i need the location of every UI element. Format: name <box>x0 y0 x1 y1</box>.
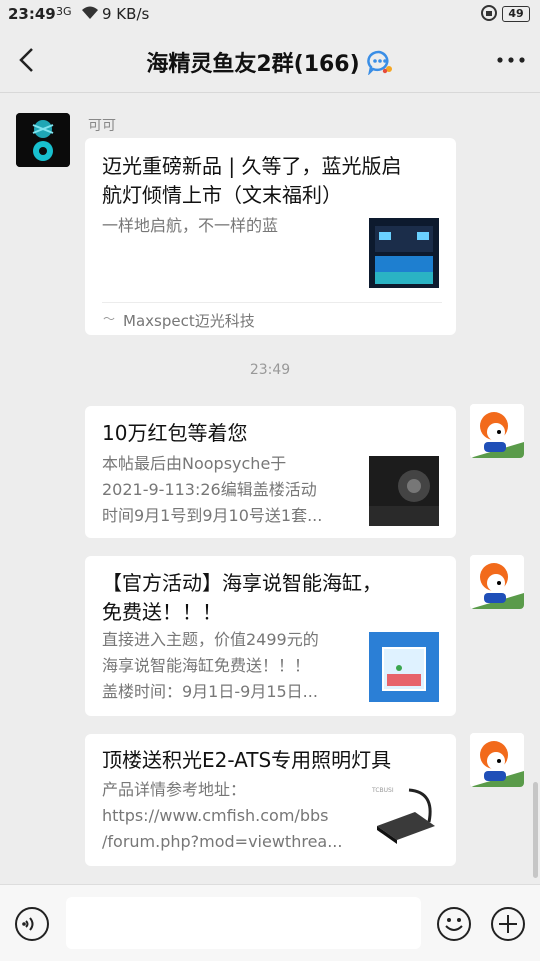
card-description: 直接进入主题，价值2499元的 <box>102 630 319 649</box>
card-description: 一样地启航，不一样的蓝 <box>102 216 279 235</box>
input-bar <box>0 884 540 961</box>
card-title: 【官方活动】海享说智能海缸， <box>102 571 382 595</box>
chat-header: 海精灵鱼友2群(166) <box>0 28 540 93</box>
card-thumbnail <box>369 632 439 702</box>
card-thumbnail <box>369 456 439 526</box>
link-card[interactable]: 顶楼送积光E2-ATS专用照明灯具 产品详情参考地址： https://www.… <box>85 734 456 866</box>
card-title: 10万红包等着您 <box>102 421 248 445</box>
avatar[interactable] <box>470 404 524 458</box>
chat-bubble-icon <box>366 49 394 81</box>
link-card[interactable]: 10万红包等着您 本帖最后由Noopsyche于 2021-9-113:26编辑… <box>85 406 456 538</box>
avatar[interactable] <box>16 113 70 167</box>
wifi-icon <box>80 3 100 25</box>
card-description: 时间9月1号到9月10号送1套... <box>102 506 323 525</box>
card-description: 产品详情参考地址： <box>102 780 247 799</box>
card-title: 免费送！！！ <box>102 600 222 624</box>
card-title: 航灯倾情上市（文末福利） <box>102 183 342 207</box>
card-thumbnail <box>369 218 439 288</box>
status-time: 23:49 <box>8 5 56 23</box>
voice-input-icon[interactable] <box>14 906 50 946</box>
add-attachment-icon[interactable] <box>490 906 526 946</box>
card-thumbnail: TCBUSI <box>369 782 439 852</box>
thumbnail-brand-text: TCBUSI <box>371 787 394 794</box>
group-name: 海精灵鱼友2群(166) <box>146 52 360 77</box>
avatar[interactable] <box>470 733 524 787</box>
card-description: 本帖最后由Noopsyche于 <box>102 454 287 473</box>
status-bar: 23:49 3G 9 KB/s 49 <box>0 0 540 28</box>
card-description: 海享说智能海缸免费送！！！ <box>102 656 311 675</box>
chat-timestamp: 23:49 <box>249 362 291 378</box>
mini-program-icon: 〜 <box>103 312 116 326</box>
card-description: 盖楼时间：9月1日-9月15日... <box>102 682 318 701</box>
card-divider <box>102 302 442 303</box>
card-description: https://www.cmfish.com/bbs <box>102 806 329 825</box>
more-options-icon[interactable] <box>496 50 526 70</box>
battery-indicator: 49 <box>502 6 530 22</box>
sender-name: 可可 <box>88 118 116 134</box>
emoji-icon[interactable] <box>436 906 472 946</box>
card-description: /forum.php?mod=viewthrea... <box>102 832 343 851</box>
chat-title: 海精灵鱼友2群(166) <box>0 46 540 81</box>
network-speed: 9 KB/s <box>102 5 150 23</box>
card-title: 顶楼送积光E2-ATS专用照明灯具 <box>102 748 392 772</box>
card-description: 2021-9-113:26编辑盖楼活动 <box>102 480 317 499</box>
alarm-icon <box>480 4 498 26</box>
link-card[interactable]: 【官方活动】海享说智能海缸， 免费送！！！ 直接进入主题，价值2499元的 海享… <box>85 556 456 716</box>
card-source: Maxspect迈光科技 <box>123 312 255 330</box>
signal-icon: 3G <box>56 5 72 18</box>
message-input[interactable] <box>66 897 421 949</box>
card-title: 迈光重磅新品 | 久等了，蓝光版启 <box>102 154 402 178</box>
scrollbar[interactable] <box>533 782 538 878</box>
avatar[interactable] <box>470 555 524 609</box>
link-card[interactable]: 迈光重磅新品 | 久等了，蓝光版启 航灯倾情上市（文末福利） 一样地启航，不一样… <box>85 138 456 335</box>
